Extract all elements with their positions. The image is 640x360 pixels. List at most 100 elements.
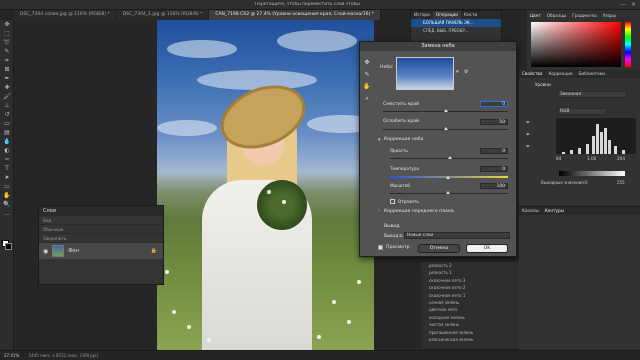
input-white[interactable]: 204 [617,156,625,161]
zoom-icon[interactable]: ⌕ [362,93,372,105]
eye-icon[interactable]: ◉ [43,248,48,255]
list-item[interactable]: цветное лето [421,306,519,313]
preset-select[interactable]: Заказная [557,91,627,98]
history-brush-icon[interactable]: ↺ [0,110,14,119]
tab-properties[interactable]: Свойства [519,70,545,78]
hue-slider[interactable] [625,22,631,67]
action-item[interactable]: СЛЕД. ВЫБ. ПРЕОБР... [411,27,501,35]
crop-tool-icon[interactable]: ⌗ [0,56,14,65]
sky-brush-icon[interactable]: ✎ [362,69,372,81]
tab-paths[interactable]: Контуры [542,207,567,215]
sky-preset-thumbnail[interactable] [396,57,454,90]
temperature-input[interactable]: 0 [480,166,508,172]
output-to-select[interactable]: Новые слои [404,232,510,239]
preview-checkbox[interactable] [378,245,383,250]
slider-knob[interactable] [446,176,450,179]
canvas-image[interactable] [157,20,374,350]
eraser-icon[interactable]: ▭ [0,119,14,128]
marquee-tool-icon[interactable]: ⬚ [0,29,14,38]
lock-options[interactable]: Закрепить [39,234,163,243]
gear-icon[interactable]: ⚙ [464,69,468,75]
slider-knob[interactable] [446,191,450,194]
tab-swatches[interactable]: Образцы [544,12,570,20]
blend-mode-select[interactable]: Обычные [39,225,163,234]
tab-patterns[interactable]: Узоры [600,12,619,20]
list-item[interactable]: холодная зелень [421,314,519,321]
tab-history[interactable]: Истори [411,11,433,19]
eyedropper-icon[interactable]: ✒ [526,120,530,126]
slider-knob[interactable] [448,156,452,159]
stamp-tool-icon[interactable]: ⊥ [0,101,14,110]
ok-button[interactable]: OK [466,244,508,253]
output-gradient[interactable] [559,171,625,176]
eyedropper-icon[interactable]: ✒ [526,144,530,150]
tab-adjustments[interactable]: Коррекция [545,70,575,78]
fg-adjust-label[interactable]: Коррекция переднего плана [384,209,454,214]
gradient-tool-icon[interactable]: ▤ [0,128,14,137]
slider-knob[interactable] [444,127,448,130]
tab-dsc-7304-copy[interactable]: DSC_7304 сопия.jpg @ 116% (RGB/8) * [14,10,117,20]
pen-tool-icon[interactable]: ✑ [0,155,14,164]
layers-filter[interactable]: Вид [39,216,163,225]
sky-move-icon[interactable]: ✥ [362,57,372,69]
minimize-icon[interactable]: — [620,1,626,8]
scale-input[interactable]: 100 [480,183,508,189]
type-tool-icon[interactable]: T [0,164,14,173]
more-tools-icon[interactable]: … [0,209,14,218]
input-gamma[interactable]: 1,00 [587,156,596,161]
layers-panel[interactable]: Слои Вид Обычные Закрепить ◉ Фон 🔒 [38,205,164,285]
tab-color[interactable]: Цвет [527,12,544,20]
channel-select[interactable]: RGB [557,108,607,115]
eyedropper-icon[interactable]: ✒ [526,132,530,138]
list-item[interactable]: резкость 2 [421,262,519,269]
sky-adjust-label[interactable]: Коррекция неба [384,137,423,142]
input-black[interactable]: 84 [556,156,561,161]
chevron-down-icon[interactable]: ▾ [378,137,381,143]
color-picker-shade[interactable] [531,22,621,67]
list-item[interactable]: сказочное лето 2 [421,284,519,291]
tab-dsc-7304-1[interactable]: DSC_7304_1.jpg @ 116% (RGB/8) * [116,10,210,20]
output-white[interactable]: 255 [617,180,625,185]
layers-panel-title[interactable]: Слои [39,206,163,216]
tab-libraries[interactable]: Библиотеки [576,70,608,78]
shape-tool-icon[interactable]: ▭ [0,182,14,191]
list-item[interactable]: резкость 1 [421,269,519,276]
tab-actions[interactable]: Операции [432,11,461,19]
list-item[interactable]: сочная зелень [421,299,519,306]
chevron-right-icon[interactable]: › [378,208,380,214]
output-black[interactable]: 0 [585,180,588,185]
fade-edge-input[interactable]: 50 [480,119,508,125]
hand-icon[interactable]: ✋ [362,81,372,93]
list-item[interactable]: классическая зелень [421,336,519,343]
tab-brushes[interactable]: Кисти [461,11,480,19]
action-item[interactable]: БОЛЬШАЯ ПАНЕЛЬ ЭК... [411,19,501,27]
slider-knob[interactable] [444,109,448,112]
background-color-swatch[interactable] [5,243,12,250]
frame-tool-icon[interactable]: ⊠ [0,65,14,74]
list-item[interactable]: сказочное лето 3 [421,277,519,284]
hand-tool-icon[interactable]: ✋ [0,191,14,200]
healing-brush-icon[interactable]: ✚ [0,83,14,92]
quick-select-icon[interactable]: ✎ [0,47,14,56]
move-tool-icon[interactable]: ✥ [0,20,14,29]
tab-channels[interactable]: Каналы [519,207,542,215]
list-item[interactable]: сказочное лето 1 [421,292,519,299]
flip-checkbox[interactable] [390,199,395,204]
list-item[interactable]: пригашенная зелень [421,329,519,336]
blur-tool-icon[interactable]: 💧 [0,137,14,146]
layer-row-background[interactable]: ◉ Фон 🔒 [39,243,163,259]
chevron-down-icon[interactable]: ▾ [456,69,459,75]
close-icon[interactable]: × [631,1,636,8]
path-select-icon[interactable]: ➤ [0,173,14,182]
shift-edge-input[interactable]: 0 [480,101,508,107]
zoom-level[interactable]: 27.41% [0,353,19,358]
eyedropper-icon[interactable]: ✒ [0,74,14,83]
tab-gradients[interactable]: Градиенты [569,12,599,20]
lasso-tool-icon[interactable]: ➰ [0,38,14,47]
dodge-tool-icon[interactable]: ◐ [0,146,14,155]
tab-can-7198[interactable]: CAN_7198.CR2 @ 27.4% (Уровни освещения к… [209,10,381,20]
cancel-button[interactable]: Отмена [418,244,460,253]
list-item[interactable]: чистая зелень [421,321,519,328]
brush-tool-icon[interactable]: 🖌 [0,92,14,101]
brightness-input[interactable]: 0 [480,148,508,154]
